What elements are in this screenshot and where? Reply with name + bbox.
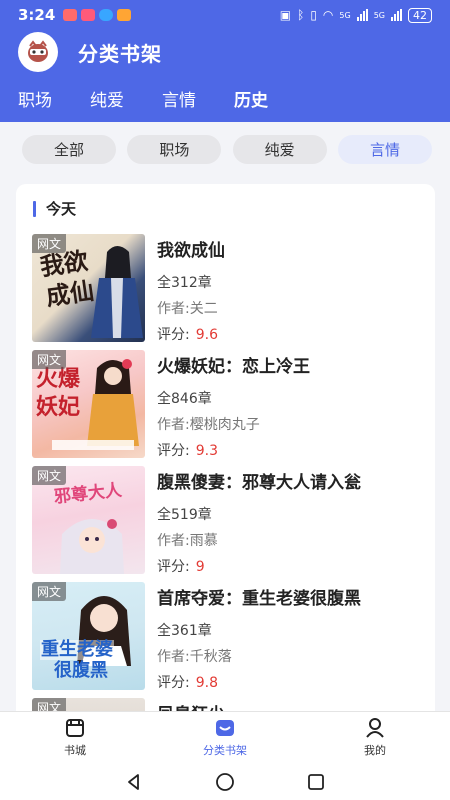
tab-pure-love[interactable]: 纯爱 bbox=[90, 86, 124, 117]
book-city-icon bbox=[66, 719, 84, 737]
book-title: 腹黑傻妻：邪尊大人请入瓮 bbox=[157, 473, 361, 493]
chip-all[interactable]: 全部 bbox=[22, 135, 116, 164]
book-info: 火爆妖妃：恋上冷王 全846章 作者:樱桃肉丸子 评分: 9.3 bbox=[157, 350, 310, 459]
status-bar: 3:24 ▣ ᛒ ▯ ◠ 5G 5G 42 bbox=[0, 0, 450, 30]
mail-notification-icon bbox=[63, 9, 78, 21]
signal-label: 5G bbox=[373, 10, 385, 20]
bottom-navigation: 书城 分类书架 我的 bbox=[0, 711, 450, 763]
cover-art-title: 妖妃 bbox=[36, 394, 81, 420]
profile-icon bbox=[366, 718, 384, 738]
nav-label: 分类书架 bbox=[203, 744, 247, 757]
book-author: 作者:樱桃肉丸子 bbox=[157, 417, 260, 433]
wifi-icon: ◠ bbox=[322, 8, 334, 22]
book-title: 火爆妖妃：恋上冷王 bbox=[157, 357, 310, 377]
section-title: 今天 bbox=[46, 200, 77, 218]
book-cover: 火爆 妖妃 网文 bbox=[32, 350, 145, 458]
video-notification-icon bbox=[117, 9, 132, 21]
back-icon[interactable] bbox=[125, 773, 143, 791]
mail-notification-icon bbox=[81, 9, 96, 21]
cover-figure-icon bbox=[60, 519, 124, 574]
status-indicators: ▣ ᛒ ▯ ◠ 5G 5G 42 bbox=[279, 7, 432, 23]
vibrate-icon: ▯ bbox=[310, 8, 317, 22]
signal-icon bbox=[391, 9, 402, 21]
chat-notification-icon bbox=[99, 9, 114, 21]
filter-chips: 全部 职场 纯爱 言情 bbox=[22, 135, 432, 164]
nav-label: 书城 bbox=[64, 744, 86, 757]
bluetooth-icon: ᛒ bbox=[297, 8, 305, 22]
tab-workplace[interactable]: 职场 bbox=[18, 86, 52, 117]
category-tag: 网文 bbox=[32, 350, 67, 369]
book-title: 我欲成仙 bbox=[157, 241, 225, 261]
rating-value: 9 bbox=[195, 559, 205, 575]
chapter-count: 全361章 bbox=[157, 623, 212, 639]
signal-label: 5G bbox=[339, 10, 351, 20]
book-rating: 评分: 9 bbox=[157, 559, 205, 575]
book-rating: 评分: 9.3 bbox=[157, 443, 218, 459]
cover-figure-icon bbox=[91, 246, 143, 338]
book-author: 作者:千秋落 bbox=[157, 649, 232, 665]
book-cover: 重生老婆 很腹黑 网文 bbox=[32, 582, 145, 690]
rating-value: 9.8 bbox=[195, 675, 218, 691]
bookshelf-icon bbox=[216, 720, 234, 736]
book-info: 我欲成仙 全312章 作者:关二 评分: 9.6 bbox=[157, 234, 225, 343]
app-logo-avatar[interactable] bbox=[18, 32, 58, 72]
nav-label: 我的 bbox=[364, 744, 386, 757]
category-tag: 网文 bbox=[32, 582, 67, 601]
book-info: 首席夺爱：重生老婆很腹黑 全361章 作者:千秋落 评分: 9.8 bbox=[157, 582, 361, 691]
cover-figure-icon bbox=[87, 359, 139, 446]
tab-romance[interactable]: 言情 bbox=[162, 86, 196, 117]
tab-history[interactable]: 历史 bbox=[234, 86, 268, 117]
book-author: 作者:关二 bbox=[157, 301, 218, 317]
book-cover: 我欲 成仙 网文 bbox=[32, 234, 145, 342]
cover-banner bbox=[52, 440, 134, 450]
cover-art-title: 火爆 bbox=[36, 366, 81, 392]
chapter-count: 全846章 bbox=[157, 391, 212, 407]
nfc-icon: ▣ bbox=[279, 8, 292, 22]
signal-icon bbox=[356, 9, 368, 21]
book-item[interactable]: 我欲 成仙 网文 我欲成仙 全312章 作者:关二 评分: 9.6 bbox=[32, 234, 422, 343]
rating-value: 9.6 bbox=[195, 327, 218, 343]
cover-art-title: 我欲 bbox=[38, 245, 90, 282]
rating-value: 9.3 bbox=[195, 443, 218, 459]
cover-art-title: 很腹黑 bbox=[54, 660, 108, 681]
battery-indicator: 42 bbox=[408, 7, 432, 23]
book-author: 作者:雨慕 bbox=[157, 533, 218, 549]
book-item[interactable]: 火爆 妖妃 网文 火爆妖妃：恋上冷王 全846章 作者:樱桃肉丸子 评分: 9.3 bbox=[32, 350, 422, 459]
app-header: 3:24 ▣ ᛒ ▯ ◠ 5G 5G 42 分类书架 职场 纯爱 言情 历史 bbox=[0, 0, 450, 122]
home-icon[interactable] bbox=[215, 772, 235, 792]
cover-art-title: 重生老婆 bbox=[40, 639, 114, 660]
book-rating: 评分: 9.8 bbox=[157, 675, 218, 691]
nav-profile[interactable]: 我的 bbox=[300, 712, 450, 763]
nav-bookshelf[interactable]: 分类书架 bbox=[150, 712, 300, 763]
chapter-count: 全519章 bbox=[157, 507, 212, 523]
book-cover: 邪尊大人 网文 bbox=[32, 466, 145, 574]
mascot-icon bbox=[28, 40, 48, 62]
recents-icon[interactable] bbox=[307, 773, 325, 791]
book-title: 首席夺爱：重生老婆很腹黑 bbox=[157, 589, 361, 609]
category-tag: 网文 bbox=[32, 466, 67, 485]
title-bar: 分类书架 bbox=[18, 32, 162, 72]
book-item[interactable]: 邪尊大人 网文 腹黑傻妻：邪尊大人请入瓮 全519章 作者:雨慕 评分: 9 bbox=[32, 466, 422, 575]
category-tag: 网文 bbox=[32, 234, 67, 253]
system-navigation-bar bbox=[0, 763, 450, 800]
section-accent-bar bbox=[33, 200, 36, 217]
chip-pure-love[interactable]: 纯爱 bbox=[232, 135, 327, 164]
status-time: 3:24 bbox=[18, 6, 56, 24]
page-title: 分类书架 bbox=[78, 41, 162, 66]
category-tabs: 职场 纯爱 言情 历史 bbox=[18, 86, 268, 117]
book-rating: 评分: 9.6 bbox=[157, 327, 218, 343]
cover-art-title: 邪尊大人 bbox=[53, 480, 123, 508]
history-list-card: 今天 我欲 成仙 网文 我欲成仙 全312章 作者:关二 评分: 9.6 火爆 妖… bbox=[16, 184, 435, 724]
book-info: 腹黑傻妻：邪尊大人请入瓮 全519章 作者:雨慕 评分: 9 bbox=[157, 466, 361, 575]
section-header: 今天 bbox=[33, 198, 76, 219]
chip-romance[interactable]: 言情 bbox=[337, 135, 432, 164]
chapter-count: 全312章 bbox=[157, 275, 212, 291]
book-item[interactable]: 重生老婆 很腹黑 网文 首席夺爱：重生老婆很腹黑 全361章 作者:千秋落 评分… bbox=[32, 582, 422, 691]
nav-book-city[interactable]: 书城 bbox=[0, 712, 150, 763]
chip-workplace[interactable]: 职场 bbox=[127, 135, 222, 164]
